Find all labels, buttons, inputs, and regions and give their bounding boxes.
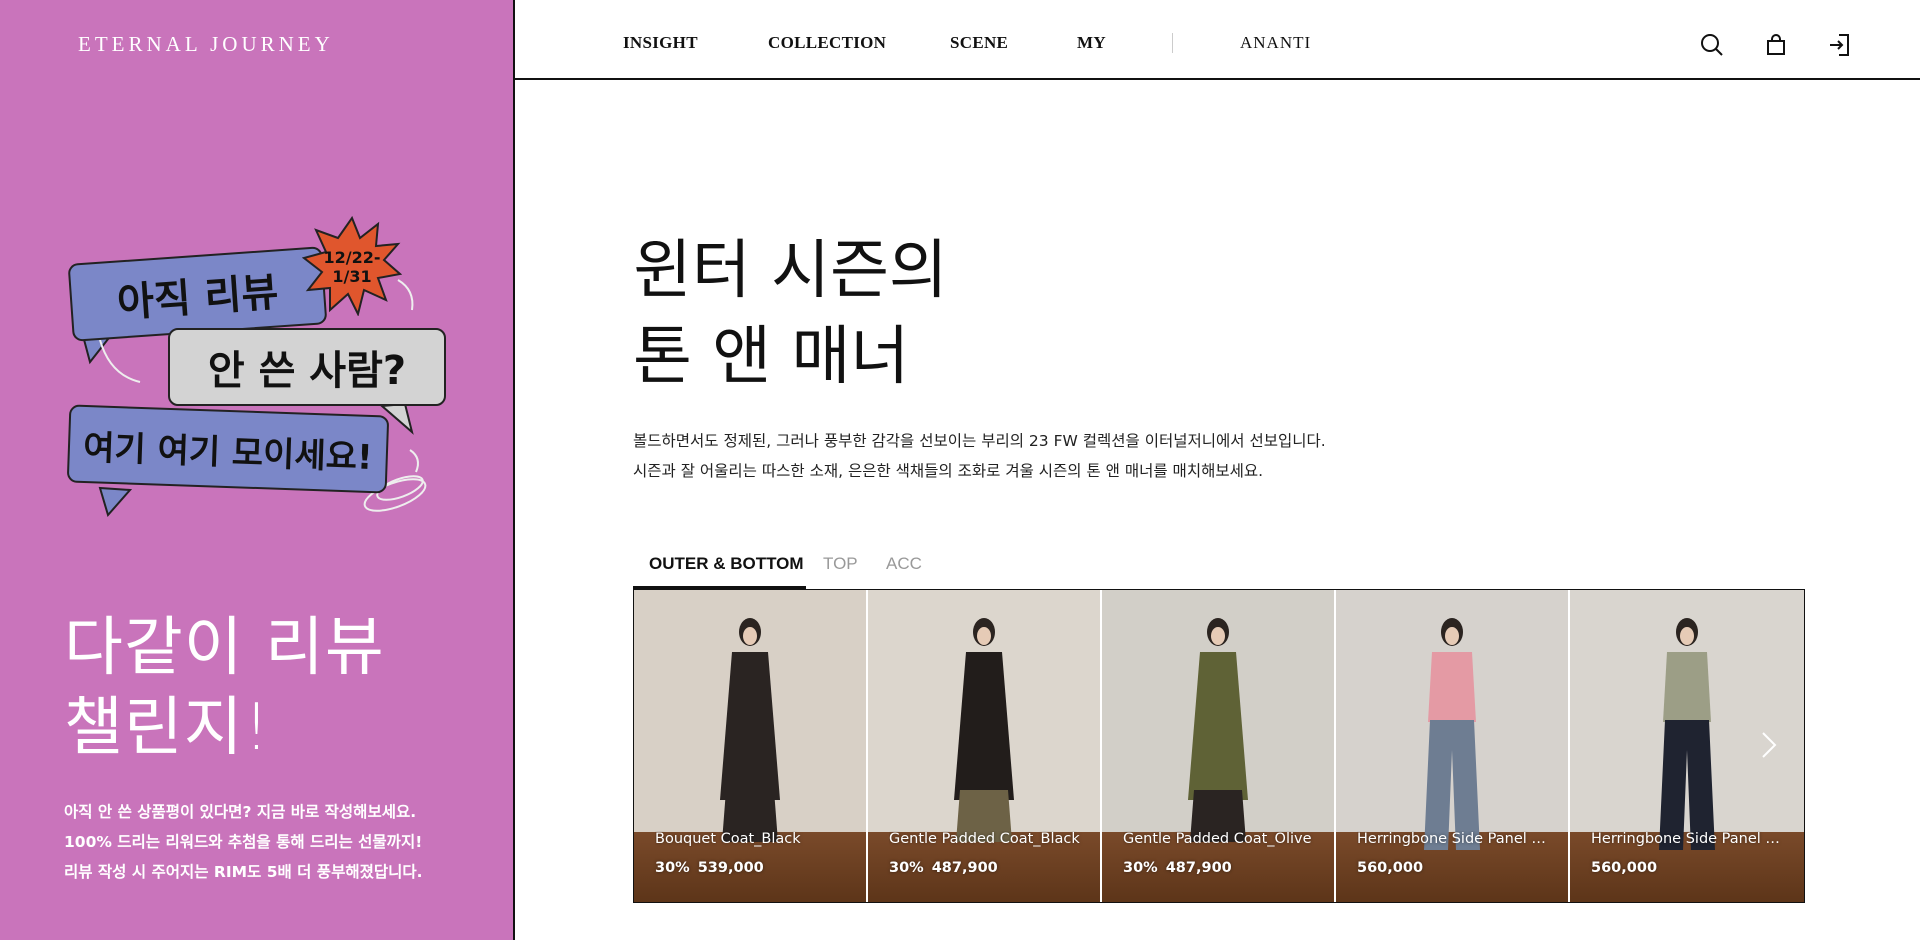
challenge-desc-line-3: 리뷰 작성 시 주어지는 RIM도 5배 더 풍부해졌답니다. (64, 863, 423, 881)
login-icon[interactable] (1826, 32, 1852, 58)
product-price-row: 560,000 (1591, 860, 1657, 876)
product-price: 487,900 (931, 860, 998, 876)
promo-date-start: 12/22- (323, 248, 381, 267)
speech-bubble-3: 여기 여기 모이세요! (66, 404, 390, 494)
page-title-line-1: 윈터 시즌의 (633, 234, 948, 308)
category-tabs: OUTER & BOTTOM TOP ACC (633, 548, 1805, 590)
challenge-description: 아직 안 쓴 상품평이 있다면? 지금 바로 작성해보세요. 100% 드리는 … (64, 797, 423, 887)
product-price-row: 30% 539,000 (655, 860, 764, 876)
speech-bubble-2: 안 쓴 사람? (168, 328, 446, 406)
product-discount: 30% (1123, 860, 1158, 876)
page-title-line-2: 톤 앤 매너 (633, 320, 910, 394)
challenge-desc-line-2: 100% 드리는 리워드와 추첨을 통해 드리는 선물까지! (64, 833, 423, 851)
product-card[interactable]: Bouquet Coat_Black 30% 539,000 (634, 590, 868, 902)
bubble-2-text: 안 쓴 사람? (207, 348, 407, 394)
tab-acc[interactable]: ACC (886, 554, 922, 574)
product-discount: 30% (889, 860, 924, 876)
product-card[interactable]: Gentle Padded Coat_Olive 30% 487,900 (1102, 590, 1336, 902)
product-name[interactable]: Herringbone Side Panel Denim Pants_Blue (1357, 831, 1557, 847)
page-title: 윈터 시즌의 톤 앤 매너 (633, 228, 948, 400)
product-discount: 30% (655, 860, 690, 876)
challenge-desc-line-1: 아직 안 쓴 상품평이 있다면? 지금 바로 작성해보세요. (64, 803, 417, 821)
challenge-title-line-1: 다같이 리뷰 (64, 611, 385, 685)
challenge-title: 다같이 리뷰 챌린지! (64, 608, 385, 768)
product-price: 539,000 (697, 860, 764, 876)
intro-text: 볼드하면서도 정제된, 그러나 풍부한 감각을 선보이는 부리의 23 FW 컬… (633, 426, 1326, 486)
product-name[interactable]: Gentle Padded Coat_Black (889, 831, 1089, 847)
product-price-row: 30% 487,900 (1123, 860, 1232, 876)
nav-ananti[interactable]: ANANTI (1240, 33, 1311, 53)
challenge-title-line-2: 챌린지! (64, 691, 271, 765)
product-price: 487,900 (1165, 860, 1232, 876)
product-price: 560,000 (1591, 860, 1658, 876)
product-price: 560,000 (1357, 860, 1424, 876)
product-card[interactable]: Herringbone Side Panel Denim Pants_Blue 5… (1336, 590, 1570, 902)
bubble-3-text: 여기 여기 모이세요! (82, 427, 374, 478)
review-promo-graphic[interactable]: 아직 리뷰 안 쓴 사람? 여기 여기 모이세요! 12/22- 1/31 (60, 210, 460, 530)
intro-line-1: 볼드하면서도 정제된, 그러나 풍부한 감각을 선보이는 부리의 23 FW 컬… (633, 432, 1326, 450)
nav-insight[interactable]: INSIGHT (623, 33, 698, 53)
product-card[interactable]: Gentle Padded Coat_Black 30% 487,900 (868, 590, 1102, 902)
search-icon[interactable] (1699, 32, 1725, 58)
intro-line-2: 시즌과 잘 어울리는 따스한 소재, 은은한 색채들의 조화로 겨울 시즌의 톤… (633, 462, 1264, 480)
product-name[interactable]: Bouquet Coat_Black (655, 831, 855, 847)
nav-scene[interactable]: SCENE (950, 33, 1008, 53)
top-navigation: INSIGHT COLLECTION SCENE MY ANANTI (515, 0, 1920, 80)
product-price-row: 560,000 (1357, 860, 1423, 876)
product-name[interactable]: Gentle Padded Coat_Olive (1123, 831, 1323, 847)
product-name[interactable]: Herringbone Side Panel Denim Pants_Black (1591, 831, 1791, 847)
tab-outer-bottom[interactable]: OUTER & BOTTOM (649, 554, 804, 574)
product-carousel: Bouquet Coat_Black 30% 539,000 Gentle Padde… (633, 589, 1805, 903)
tab-top[interactable]: TOP (823, 554, 858, 574)
nav-collection[interactable]: COLLECTION (768, 33, 886, 53)
promo-date: 12/22- 1/31 (302, 248, 402, 286)
nav-divider (1172, 33, 1173, 53)
nav-my[interactable]: MY (1077, 33, 1106, 53)
carousel-next-icon[interactable] (1757, 730, 1781, 760)
cart-icon[interactable] (1763, 32, 1789, 58)
product-price-row: 30% 487,900 (889, 860, 998, 876)
promo-panel: ETERNAL JOURNEY 아직 리뷰 안 쓴 사람? 여기 여기 모이세요… (0, 0, 515, 940)
brand-logo[interactable]: ETERNAL JOURNEY (78, 32, 334, 57)
bubble-1-text: 아직 리뷰 (115, 269, 280, 327)
promo-date-end: 1/31 (332, 267, 372, 286)
